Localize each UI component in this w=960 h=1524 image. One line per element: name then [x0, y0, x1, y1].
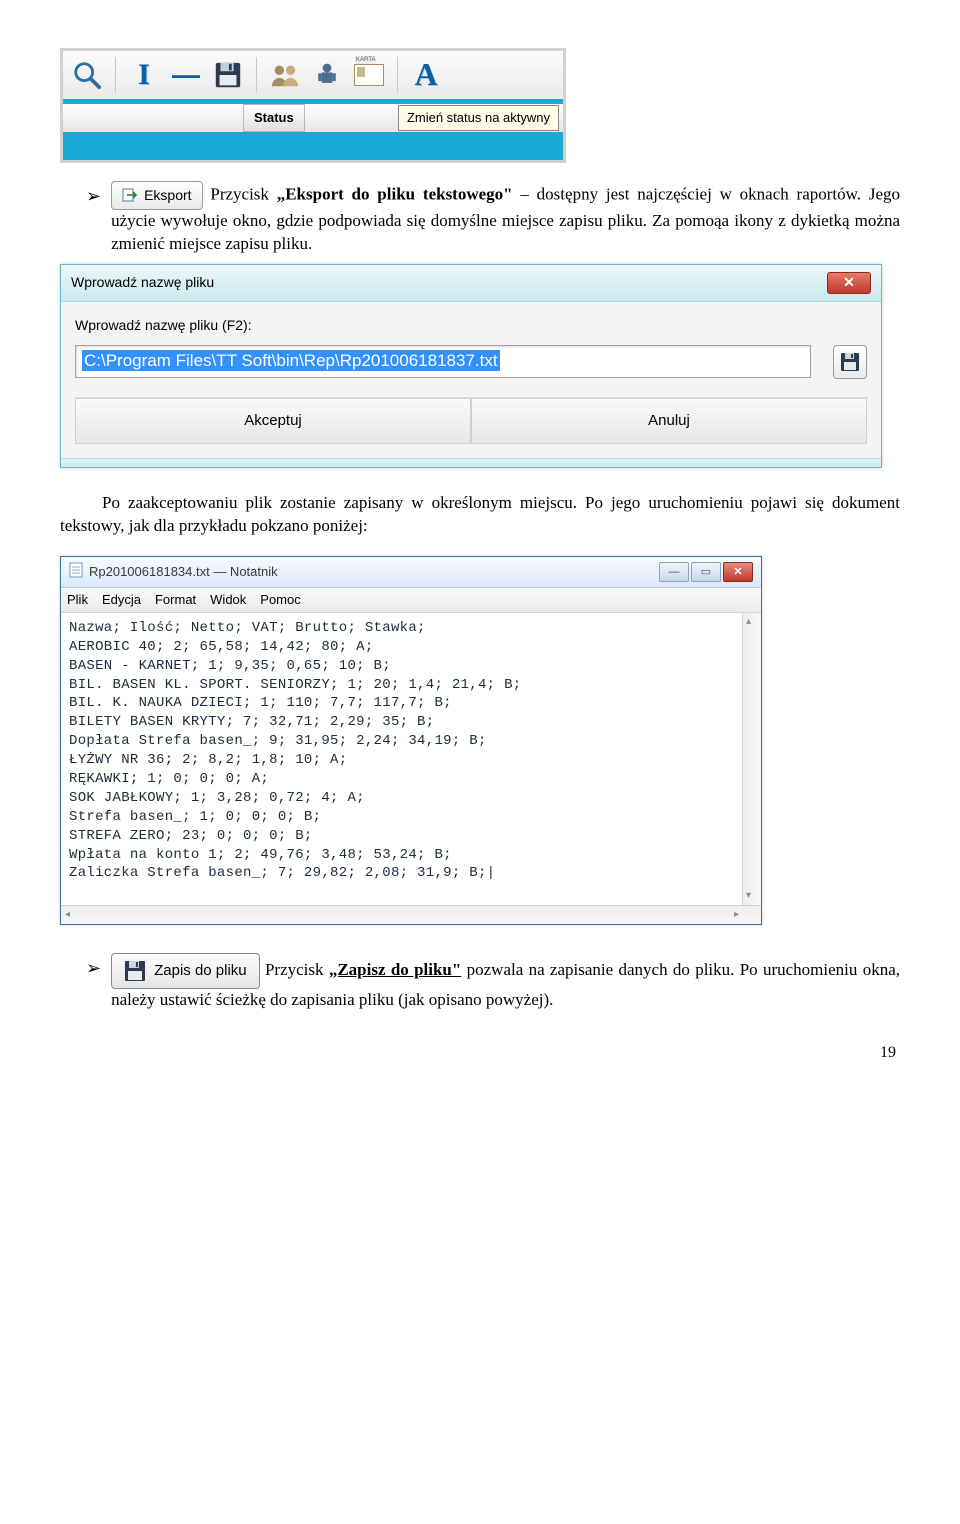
menu-item[interactable]: Format: [155, 591, 196, 609]
dialog-path-value: C:\Program Files\TT Soft\bin\Rep\Rp20100…: [82, 350, 500, 371]
para3-bold: „Zapisz do pliku": [329, 960, 462, 979]
notepad-title: Rp201006181834.txt — Notatnik: [89, 563, 278, 581]
magnifier-icon[interactable]: [71, 59, 103, 91]
dialog-floppy-button[interactable]: [833, 345, 867, 379]
dialog-path-input[interactable]: C:\Program Files\TT Soft\bin\Rep\Rp20100…: [75, 345, 811, 378]
eksport-icon: [122, 187, 138, 203]
people-icon[interactable]: [269, 59, 301, 91]
bullet-arrow: ➢: [86, 181, 101, 205]
close-button[interactable]: ✕: [723, 562, 753, 582]
notepad-titlebar: Rp201006181834.txt — Notatnik — ▭ ✕: [61, 557, 761, 589]
horizontal-scrollbar[interactable]: [61, 905, 761, 924]
bullet-2: ➢ Zapis do pliku Przycisk „Zapisz do pli…: [86, 953, 900, 1012]
dash-icon[interactable]: —: [170, 59, 202, 91]
dialog-accept-button[interactable]: Akceptuj: [75, 398, 471, 444]
dialog-bottom-edge: [61, 458, 881, 467]
toolbar-screenshot: I — KARTA A Status Zmień status na aktyw…: [60, 48, 566, 163]
status-label[interactable]: Status: [243, 104, 305, 132]
vertical-scrollbar[interactable]: [742, 613, 761, 905]
letter-a-icon[interactable]: A: [410, 59, 442, 91]
tooltip: Zmień status na aktywny: [398, 105, 559, 131]
para1-a: Przycisk: [210, 184, 276, 203]
separator: [115, 57, 116, 93]
toolbar-row: I — KARTA A: [63, 51, 563, 104]
card-label: KARTA: [355, 56, 376, 64]
para1-bold: „Eksport do pliku tekstowego": [277, 184, 513, 203]
menu-item[interactable]: Widok: [210, 591, 246, 609]
card-icon[interactable]: KARTA: [353, 59, 385, 91]
dialog-title: Wprowadź nazwę pliku: [71, 273, 214, 292]
dialog-close-button[interactable]: ✕: [827, 272, 871, 294]
person-icon[interactable]: [311, 59, 343, 91]
separator: [397, 57, 398, 93]
notepad-screenshot: Rp201006181834.txt — Notatnik — ▭ ✕ Plik…: [60, 556, 762, 925]
bullet-arrow: ➢: [86, 953, 101, 977]
bullet-1: ➢ Eksport Przycisk „Eksport do pliku tek…: [86, 181, 900, 256]
dialog-screenshot: Wprowadź nazwę pliku ✕ Wprowadź nazwę pl…: [60, 264, 882, 468]
para3-a: Przycisk: [265, 960, 329, 979]
maximize-button[interactable]: ▭: [691, 562, 721, 582]
dialog-field-label: Wprowadź nazwę pliku (F2):: [75, 316, 867, 335]
zapis-button[interactable]: Zapis do pliku: [111, 953, 260, 989]
cyan-bar: [63, 132, 563, 160]
page-number: 19: [60, 1042, 900, 1064]
zapis-button-label: Zapis do pliku: [154, 961, 247, 981]
floppy-icon[interactable]: [212, 59, 244, 91]
eksport-button-label: Eksport: [144, 186, 191, 205]
menu-item[interactable]: Edycja: [102, 591, 141, 609]
menu-item[interactable]: Plik: [67, 591, 88, 609]
dialog-titlebar: Wprowadź nazwę pliku ✕: [61, 265, 881, 302]
floppy-icon: [840, 352, 860, 372]
floppy-icon: [124, 960, 146, 982]
info-i-icon[interactable]: I: [128, 59, 160, 91]
minimize-button[interactable]: —: [659, 562, 689, 582]
eksport-button[interactable]: Eksport: [111, 181, 202, 210]
status-bar: Status Zmień status na aktywny: [63, 104, 563, 132]
dialog-cancel-button[interactable]: Anuluj: [471, 398, 867, 444]
notepad-menu: Plik Edycja Format Widok Pomoc: [61, 588, 761, 613]
notepad-content[interactable]: Nazwa; Ilość; Netto; VAT; Brutto; Stawka…: [61, 613, 742, 905]
paragraph-2: Po zaakceptowaniu plik zostanie zapisany…: [60, 492, 900, 538]
separator: [256, 57, 257, 93]
notepad-doc-icon: [69, 562, 83, 583]
menu-item[interactable]: Pomoc: [260, 591, 300, 609]
